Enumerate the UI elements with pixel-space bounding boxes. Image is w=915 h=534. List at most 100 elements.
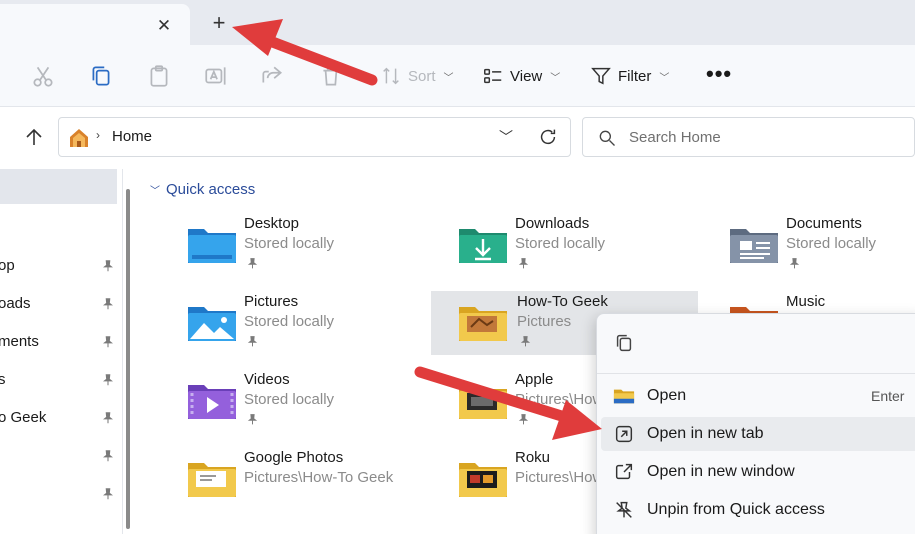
item-name: Google Photos bbox=[244, 449, 344, 466]
close-tab-icon[interactable]: ✕ bbox=[152, 14, 176, 38]
quick-access-header[interactable]: ﹀ Quick access bbox=[150, 181, 255, 198]
quick-access-item-google-photos[interactable]: Google Photos Pictures\How-To Geek bbox=[170, 443, 435, 507]
quick-access-item-downloads[interactable]: Downloads Stored locally bbox=[441, 209, 706, 273]
breadcrumb-home[interactable]: Home bbox=[112, 128, 152, 145]
menu-item-unpin-quick-access[interactable]: Unpin from Quick access bbox=[601, 493, 915, 527]
quick-access-item-desktop[interactable]: Desktop Stored locally bbox=[170, 209, 435, 273]
nav-item-how-to-geek[interactable]: o Geek bbox=[0, 407, 118, 431]
folder-icon bbox=[459, 463, 507, 497]
tab-strip: ✕ + bbox=[0, 0, 915, 45]
quick-access-item-videos[interactable]: Videos Stored locally bbox=[170, 365, 435, 429]
pin-icon bbox=[520, 336, 531, 347]
home-icon bbox=[67, 126, 91, 150]
folder-icon bbox=[613, 389, 635, 404]
address-row: › Home ﹀ bbox=[0, 107, 915, 169]
nav-item-music[interactable] bbox=[0, 445, 118, 469]
unpin-icon bbox=[616, 501, 632, 518]
chevron-down-icon: ﹀ bbox=[150, 186, 160, 197]
item-location: Stored locally bbox=[244, 235, 335, 252]
quick-access-label: Quick access bbox=[166, 181, 256, 198]
nav-item-desktop[interactable]: op bbox=[0, 255, 118, 279]
paste-icon[interactable] bbox=[146, 63, 172, 89]
rename-icon[interactable] bbox=[203, 63, 229, 89]
sort-icon bbox=[383, 67, 399, 85]
pin-icon bbox=[103, 412, 113, 424]
menu-item-label: Open in new tab bbox=[647, 425, 764, 442]
nav-item-videos[interactable] bbox=[0, 483, 118, 507]
breadcrumb-separator: › bbox=[96, 128, 100, 142]
item-name: How-To Geek bbox=[517, 293, 608, 310]
view-button[interactable]: View ﹀ bbox=[482, 63, 560, 89]
menu-item-open-in-new-window[interactable]: Open in new window bbox=[601, 455, 915, 489]
item-location: Stored locally bbox=[244, 313, 335, 330]
menu-item-label: Open bbox=[647, 387, 687, 404]
folder-icon bbox=[459, 307, 507, 341]
filter-label: Filter bbox=[618, 67, 652, 85]
cut-icon[interactable] bbox=[30, 63, 56, 89]
desktop-folder-icon bbox=[188, 229, 236, 263]
pin-icon bbox=[103, 336, 113, 348]
quick-access-item-documents[interactable]: Documents Stored locally bbox=[712, 209, 915, 273]
navigation-pane: op oads ments s o Geek bbox=[0, 169, 123, 534]
item-name: Downloads bbox=[515, 215, 590, 232]
nav-item-label: o Geek bbox=[0, 409, 47, 426]
nav-item-documents[interactable]: ments bbox=[0, 331, 118, 355]
item-name: Roku bbox=[515, 449, 551, 466]
copy-icon[interactable] bbox=[88, 63, 114, 89]
downloads-folder-icon bbox=[459, 229, 507, 263]
nav-item-downloads[interactable]: oads bbox=[0, 293, 118, 317]
scrollbar-thumb[interactable] bbox=[126, 189, 130, 529]
item-name: Documents bbox=[786, 215, 862, 232]
delete-icon[interactable] bbox=[318, 63, 344, 89]
chevron-down-icon: ﹀ bbox=[550, 72, 561, 84]
menu-item-open-in-new-tab[interactable]: Open in new tab bbox=[601, 417, 915, 451]
menu-item-label: Open in new window bbox=[647, 463, 795, 480]
nav-selected-item[interactable] bbox=[0, 169, 117, 204]
pin-icon bbox=[247, 258, 258, 269]
folder-icon bbox=[459, 385, 507, 419]
address-bar[interactable]: › Home ﹀ bbox=[58, 117, 571, 157]
chevron-down-icon[interactable]: ﹀ bbox=[499, 127, 513, 147]
new-tab-button[interactable]: + bbox=[206, 10, 232, 36]
menu-item-open[interactable]: Open Enter bbox=[601, 379, 915, 413]
pictures-folder-icon bbox=[188, 307, 236, 341]
item-name: Desktop bbox=[244, 215, 300, 232]
tab-home[interactable]: ✕ bbox=[0, 4, 190, 45]
search-input[interactable] bbox=[629, 126, 899, 148]
item-location: Stored locally bbox=[786, 235, 877, 252]
filter-button[interactable]: Filter ﹀ bbox=[590, 63, 669, 89]
item-location: Pictures bbox=[517, 313, 572, 330]
pin-icon bbox=[103, 374, 113, 386]
share-icon[interactable] bbox=[259, 63, 285, 89]
item-name: Videos bbox=[244, 371, 290, 388]
up-arrow-icon[interactable] bbox=[22, 125, 46, 149]
sort-label: Sort bbox=[408, 67, 436, 85]
pin-icon bbox=[247, 336, 258, 347]
pin-icon bbox=[103, 260, 113, 272]
refresh-icon[interactable] bbox=[537, 126, 559, 148]
sort-button[interactable]: Sort ﹀ bbox=[380, 63, 454, 89]
folder-icon bbox=[188, 463, 236, 497]
pin-icon bbox=[247, 414, 258, 425]
search-box[interactable] bbox=[582, 117, 915, 157]
open-new-window-icon bbox=[615, 463, 633, 480]
open-new-tab-icon bbox=[615, 425, 633, 443]
item-location: Pictures\How-To Geek bbox=[244, 469, 394, 486]
nav-item-label: ments bbox=[0, 333, 39, 350]
menu-item-shortcut: Enter bbox=[871, 388, 905, 404]
menu-separator bbox=[597, 373, 915, 374]
view-label: View bbox=[510, 67, 543, 85]
command-bar: Sort ﹀ View ﹀ Filter ﹀ ••• bbox=[0, 45, 915, 107]
more-options-icon[interactable]: ••• bbox=[706, 63, 732, 85]
pin-icon bbox=[103, 450, 113, 462]
nav-scrollbar[interactable] bbox=[125, 169, 131, 534]
pin-icon bbox=[518, 258, 529, 269]
quick-access-item-pictures[interactable]: Pictures Stored locally bbox=[170, 287, 435, 351]
pin-icon bbox=[103, 298, 113, 310]
context-menu: Open Enter Open in new tab Open in new w… bbox=[596, 313, 915, 534]
videos-folder-icon bbox=[188, 385, 236, 419]
search-icon bbox=[597, 128, 617, 148]
documents-folder-icon bbox=[730, 229, 778, 263]
nav-item-pictures[interactable]: s bbox=[0, 369, 118, 393]
copy-icon[interactable] bbox=[613, 332, 635, 354]
